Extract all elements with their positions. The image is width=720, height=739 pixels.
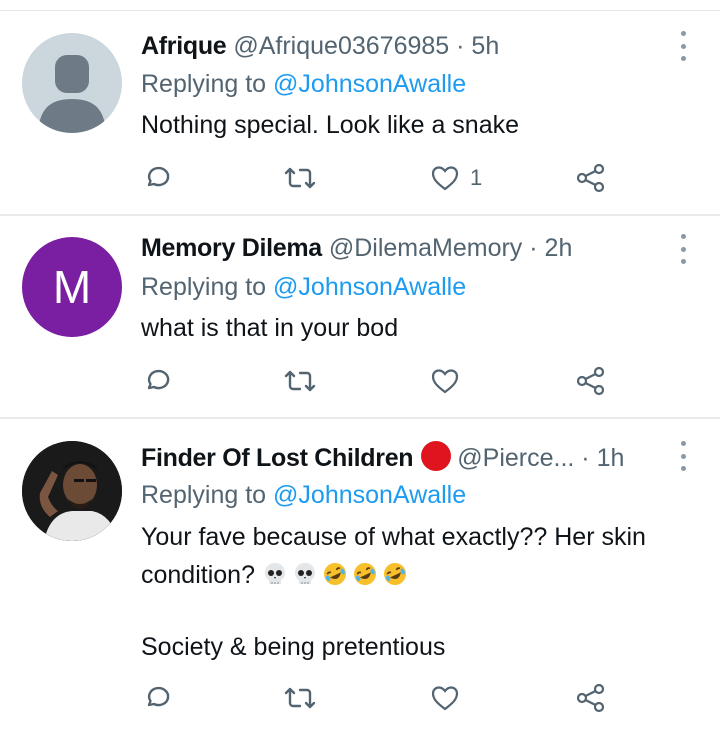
share-icon: [576, 366, 605, 396]
avatar-letter: M: [52, 261, 92, 313]
tweet-divider: [0, 417, 720, 419]
like-button[interactable]: [430, 678, 470, 718]
retweet-icon: [284, 370, 316, 392]
skull-emoji: [294, 563, 315, 584]
mention-link[interactable]: @JohnsonAwalle: [273, 70, 466, 98]
like-icon: [431, 166, 459, 191]
tweet-header: Finder Of Lost Children @Pierce... · 1h: [141, 441, 624, 473]
avatar[interactable]: M: [22, 237, 122, 337]
action-bar: 1: [0, 158, 720, 198]
share-button[interactable]: [575, 361, 607, 401]
action-bar: [0, 361, 720, 401]
replying-to: Replying to @JohnsonAwalle: [141, 69, 466, 99]
red-circle-emoji: [421, 441, 452, 471]
mention-link[interactable]: @JohnsonAwalle: [273, 273, 466, 301]
avatar[interactable]: [22, 33, 122, 133]
replying-to: Replying to @JohnsonAwalle: [141, 272, 466, 302]
retweet-icon: [284, 167, 316, 189]
tweet-text-line-2-text: condition?: [141, 561, 255, 589]
retweet-button[interactable]: [282, 678, 318, 718]
replying-to: Replying to @JohnsonAwalle: [141, 480, 466, 510]
tweet-text-line-1: Your fave because of what exactly?? Her …: [141, 523, 646, 551]
replying-prefix: Replying to: [141, 481, 274, 509]
like-icon: [431, 369, 459, 394]
user-handle[interactable]: @Pierce...: [457, 444, 574, 472]
retweet-button[interactable]: [282, 158, 318, 198]
timestamp[interactable]: · 5h: [456, 32, 499, 60]
user-photo: [22, 441, 122, 541]
display-name[interactable]: Afrique: [141, 32, 227, 60]
reply-icon: [147, 686, 170, 707]
tweet-text-line-3: Society & being pretentious: [141, 633, 446, 661]
like-button[interactable]: [430, 361, 470, 401]
top-divider: [0, 10, 720, 11]
retweet-button[interactable]: [282, 361, 318, 401]
user-handle[interactable]: @DilemaMemory: [329, 234, 522, 262]
avatar[interactable]: [22, 441, 122, 541]
tweet-text-line-2: condition?: [141, 556, 412, 594]
tweet-text: what is that in your bod: [141, 314, 399, 342]
retweet-icon: [284, 687, 316, 709]
reply-icon: [147, 166, 170, 187]
rofl-emoji: [323, 563, 346, 585]
replying-prefix: Replying to: [141, 273, 274, 301]
like-button[interactable]: 1: [430, 158, 482, 198]
reply-icon: [147, 369, 170, 390]
rofl-emoji: [353, 563, 376, 585]
like-count: 1: [470, 165, 483, 190]
tweet-divider: [0, 214, 720, 216]
skull-emoji: [264, 563, 285, 584]
share-button[interactable]: [575, 158, 607, 198]
action-bar: [0, 678, 720, 718]
more-icon[interactable]: [676, 441, 690, 471]
share-icon: [576, 163, 605, 193]
tweet-header: Afrique @Afrique03676985 · 5h: [141, 31, 499, 61]
timestamp[interactable]: · 1h: [581, 444, 624, 472]
mention-link[interactable]: @JohnsonAwalle: [273, 481, 466, 509]
reply-button[interactable]: [142, 158, 172, 198]
timestamp[interactable]: · 2h: [529, 234, 572, 262]
tweet-header: Memory Dilema @DilemaMemory · 2h: [141, 233, 572, 263]
share-icon: [576, 683, 605, 713]
more-icon[interactable]: [676, 31, 690, 61]
display-name[interactable]: Finder Of Lost Children: [141, 444, 414, 472]
rofl-emoji: [383, 563, 406, 585]
reply-button[interactable]: [142, 678, 172, 718]
share-button[interactable]: [575, 678, 607, 718]
tweet-text: Nothing special. Look like a snake: [141, 111, 520, 139]
like-icon: [431, 686, 459, 711]
replying-prefix: Replying to: [141, 70, 274, 98]
user-handle[interactable]: @Afrique03676985: [233, 32, 449, 60]
reply-button[interactable]: [142, 361, 172, 401]
more-icon[interactable]: [676, 234, 690, 264]
display-name[interactable]: Memory Dilema: [141, 234, 322, 262]
default-avatar-icon: [38, 55, 106, 133]
